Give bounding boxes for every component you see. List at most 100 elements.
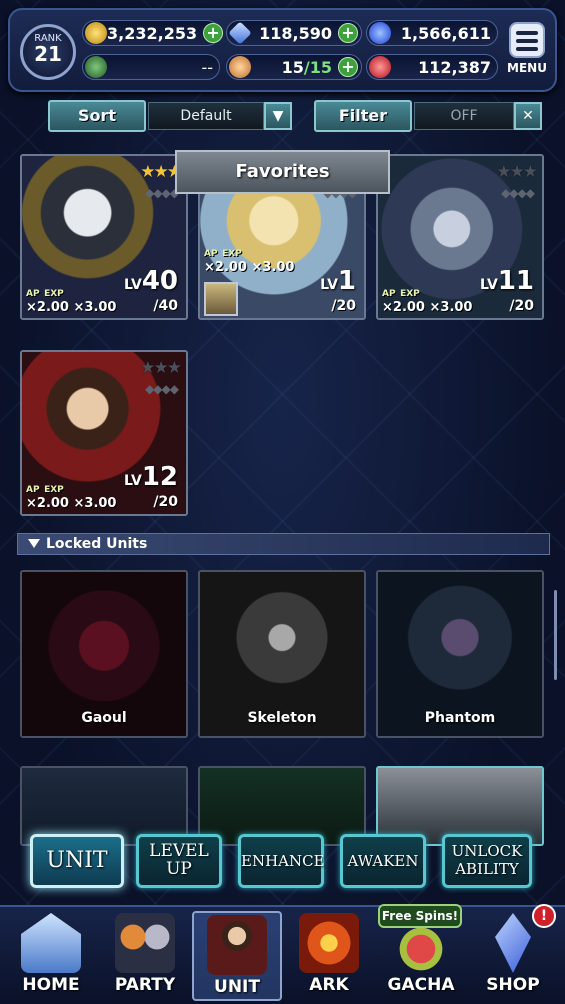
unit-card[interactable]: ★★★ ◆◆◆◆ AP EXP ×2.00 ×3.00 LV40 /40	[20, 154, 188, 320]
nav-party-label: PARTY	[114, 975, 176, 995]
rank-badge[interactable]: RANK 21	[20, 24, 76, 80]
bonus-multipliers: AP EXP ×2.00 ×3.00	[26, 286, 116, 314]
stamina-counter: 15/15 +	[226, 54, 362, 80]
locked-units-header[interactable]: Locked Units	[17, 533, 550, 555]
ap-multiplier: ×2.00	[26, 300, 69, 315]
bonus-multipliers: AP EXP ×2.00 ×3.00	[382, 286, 472, 314]
ap-tag: AP	[382, 289, 396, 299]
locked-unit-card[interactable]: Skeleton	[198, 570, 366, 738]
lv-number: 11	[497, 266, 534, 296]
sort-value[interactable]: Default	[148, 102, 264, 130]
level-up-button[interactable]: LEVEL UP	[136, 834, 222, 888]
blue-orb-counter: 1,566,611	[366, 20, 498, 46]
lv-number: 12	[141, 462, 178, 492]
nav-party[interactable]: PARTY	[100, 911, 190, 1001]
green-counter: --	[82, 54, 220, 80]
unlock-label-1: UNLOCK	[451, 842, 523, 860]
crystal-counter: 118,590 +	[226, 20, 362, 46]
exp-multiplier: ×3.00	[251, 260, 295, 275]
blue-orb-value: 1,566,611	[400, 23, 491, 43]
leaf-icon	[85, 56, 107, 78]
unit-name: Gaoul	[81, 710, 127, 726]
castle-icon	[21, 913, 81, 973]
nav-ark-label: ARK	[309, 975, 349, 995]
level-up-label-1: LEVEL	[149, 841, 209, 861]
blue-orb-icon	[369, 22, 391, 44]
green-value: --	[201, 57, 213, 77]
nav-home-label: HOME	[22, 975, 80, 995]
bonus-multipliers: AP EXP ×2.00 ×3.00	[26, 482, 116, 510]
add-gold-button[interactable]: +	[203, 23, 224, 43]
unit-max-level: /20	[153, 494, 178, 510]
locked-unit-card[interactable]: Gaoul	[20, 570, 188, 738]
exp-multiplier: ×3.00	[429, 300, 473, 315]
ap-tag: AP	[26, 485, 40, 495]
ap-tag: AP	[204, 249, 218, 259]
exp-tag: EXP	[222, 249, 242, 259]
unit-level: LV40	[124, 266, 178, 296]
exp-multiplier: ×3.00	[73, 300, 117, 315]
unit-max-level: /20	[331, 298, 356, 314]
crystal-icon	[228, 21, 252, 45]
unit-portrait	[378, 768, 542, 844]
filter-value: OFF	[414, 102, 514, 130]
nav-gacha-label: GACHA	[387, 975, 455, 995]
menu-label: MENU	[507, 61, 547, 75]
nav-home[interactable]: HOME	[6, 911, 96, 1001]
sort-dropdown-button[interactable]: ▼	[264, 102, 292, 130]
ap-tag: AP	[26, 289, 40, 299]
hamburger-icon	[509, 22, 545, 58]
red-gem-counter: 112,387	[366, 54, 498, 80]
bonus-multipliers: AP EXP ×2.00 ×3.00	[204, 246, 294, 274]
gold-value: 3,232,253	[107, 23, 198, 43]
locked-unit-card[interactable]: Phantom	[376, 570, 544, 738]
locked-units-label: Locked Units	[46, 536, 148, 552]
exp-tag: EXP	[44, 485, 64, 495]
gold-coin-icon	[85, 22, 107, 44]
add-crystal-button[interactable]: +	[338, 23, 358, 43]
bottom-nav: HOME PARTY UNIT ARK GACHA SHOP	[0, 905, 565, 1004]
awaken-gems: ◆◆◆◆	[501, 186, 535, 200]
awaken-button[interactable]: AWAKEN	[340, 834, 426, 888]
free-spins-badge: Free Spins!	[378, 904, 462, 928]
unit-card[interactable]: ★★★ ◆◆◆◆ AP EXP ×2.00 ×3.00 LV12 /20	[20, 350, 188, 516]
nav-ark[interactable]: ARK	[284, 911, 374, 1001]
ap-multiplier: ×2.00	[382, 300, 425, 315]
lv-prefix: LV	[320, 277, 338, 293]
clear-filter-button[interactable]: ✕	[514, 102, 542, 130]
gold-counter: 3,232,253 +	[82, 20, 224, 46]
unlock-ability-button[interactable]: UNLOCK ABILITY	[442, 834, 532, 888]
lv-prefix: LV	[479, 277, 498, 293]
enhance-button[interactable]: ENHANCE	[238, 834, 325, 888]
add-stamina-button[interactable]: +	[338, 57, 358, 77]
exp-multiplier: ×3.00	[73, 496, 117, 511]
stamina-value: 15	[281, 57, 304, 77]
filter-button[interactable]: Filter	[314, 100, 412, 132]
unit-max-level: /40	[153, 298, 178, 314]
lv-prefix: LV	[123, 473, 142, 489]
unit-max-level: /20	[509, 298, 534, 314]
unit-portrait	[22, 768, 186, 844]
stamina-icon	[229, 56, 251, 78]
unlock-label-2: ABILITY	[455, 860, 519, 878]
sort-filter-row: Sort Default ▼ Filter OFF ✕	[48, 100, 544, 134]
favorites-tab[interactable]: Favorites	[175, 150, 390, 194]
awaken-gems: ◆◆◆◆	[145, 382, 179, 396]
unit-name: Phantom	[424, 710, 496, 726]
nav-shop-label: SHOP	[486, 975, 540, 995]
nav-unit[interactable]: UNIT	[192, 911, 282, 1001]
unit-portrait	[200, 768, 364, 844]
menu-button[interactable]: MENU	[505, 22, 549, 84]
unit-card[interactable]: ★★★ ◆◆◆◆ AP EXP ×2.00 ×3.00 LV11 /20	[376, 154, 544, 320]
red-gem-value: 112,387	[418, 57, 491, 77]
exp-tag: EXP	[400, 289, 420, 299]
companion-icon	[204, 282, 238, 316]
unit-level: LV11	[480, 266, 534, 296]
triangle-down-icon	[28, 539, 40, 548]
unit-action-button[interactable]: UNIT	[30, 834, 124, 888]
scrollbar[interactable]	[554, 590, 557, 680]
nav-unit-label: UNIT	[214, 977, 260, 997]
sort-button[interactable]: Sort	[48, 100, 146, 132]
star-icon: ★★★	[496, 162, 538, 182]
stamina-max: /15	[303, 57, 332, 77]
